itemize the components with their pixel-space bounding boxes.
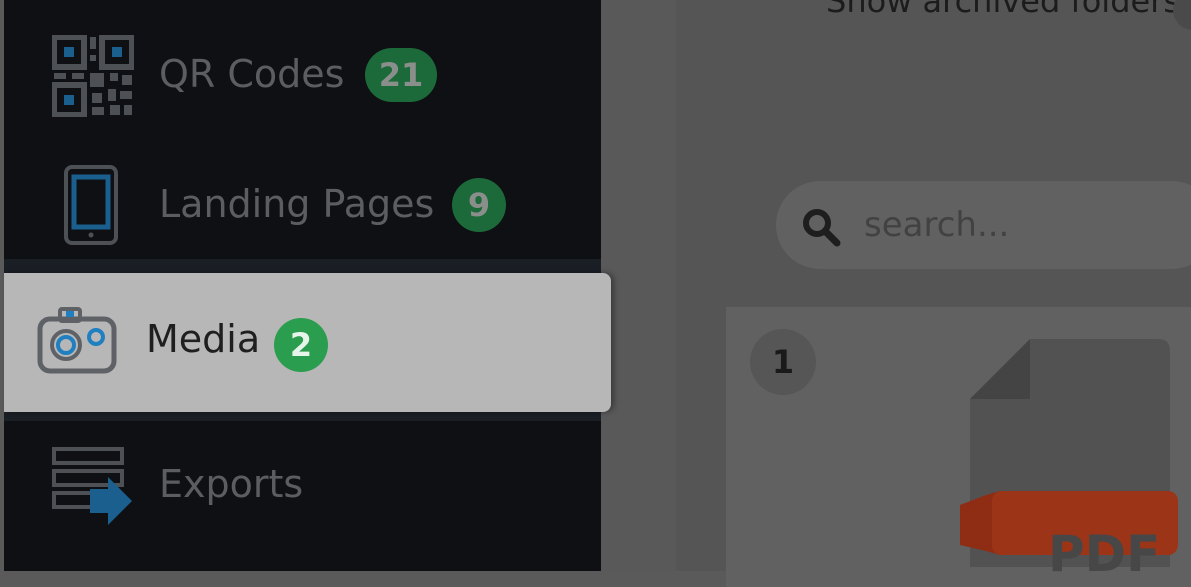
- sidebar-item-label: Media: [146, 317, 261, 361]
- media-item-number: 1: [750, 329, 816, 395]
- count-badge: 9: [452, 178, 506, 232]
- search-input[interactable]: [864, 199, 1184, 251]
- sidebar-item-label: Landing Pages: [159, 182, 435, 226]
- search-icon: [803, 209, 841, 247]
- sidebar-item-qr-codes[interactable]: QR Codes 21: [4, 15, 601, 135]
- pdf-file-type-label: PDF: [1048, 525, 1161, 583]
- main-content: Show archived folders 1 PDF: [601, 0, 1191, 587]
- camera-icon: [37, 307, 117, 374]
- count-badge: 21: [365, 48, 437, 102]
- qr-code-icon: [52, 35, 134, 117]
- media-item-card[interactable]: 1 PDF: [726, 307, 1191, 587]
- sidebar-item-exports[interactable]: Exports: [4, 425, 601, 545]
- count-badge: 2: [274, 318, 328, 372]
- sidebar-item-landing-pages[interactable]: Landing Pages 9: [4, 145, 601, 265]
- search-box: [776, 181, 1191, 269]
- pdf-file-icon: PDF: [956, 337, 1186, 583]
- sidebar-item-label: Exports: [159, 462, 304, 506]
- show-archived-folders-label: Show archived folders: [826, 0, 1181, 20]
- sidebar-item-label: QR Codes: [159, 52, 345, 96]
- mobile-phone-icon: [64, 165, 118, 245]
- export-icon: [52, 447, 132, 525]
- sidebar-item-media[interactable]: Media 2: [4, 273, 611, 412]
